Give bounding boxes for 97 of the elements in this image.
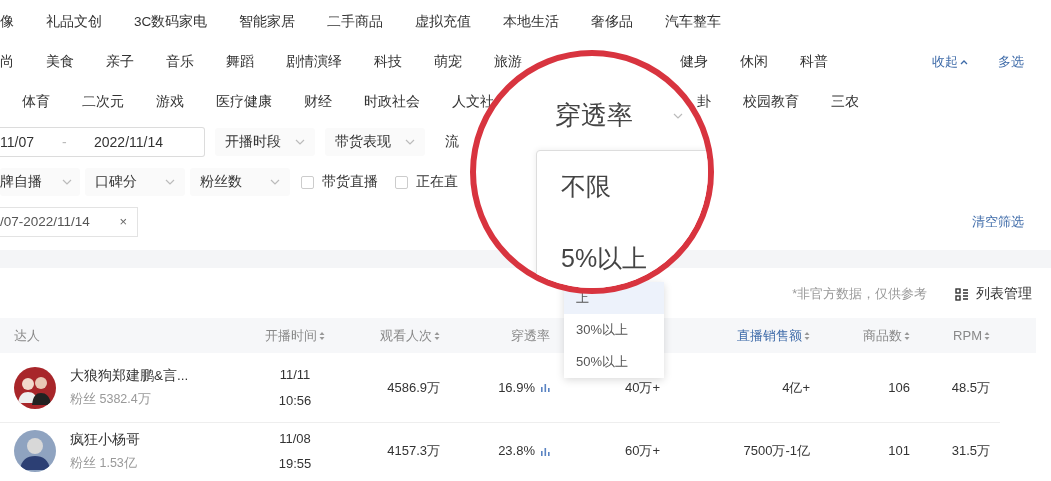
table-cell-text: 16.9% bbox=[498, 378, 535, 397]
category-item[interactable]: 时政社会 bbox=[364, 91, 420, 113]
checkbox[interactable] bbox=[395, 175, 408, 189]
sort-icon[interactable] bbox=[984, 330, 990, 341]
category-item[interactable]: 剧情演绎 bbox=[286, 51, 342, 73]
column-header[interactable]: 观看人次 bbox=[340, 325, 450, 346]
tag-close-button[interactable]: × bbox=[119, 212, 127, 232]
category-item[interactable]: 奢侈品 bbox=[591, 11, 634, 33]
category-item[interactable]: 舞蹈 bbox=[226, 51, 254, 73]
column-header: 穿透率 bbox=[510, 326, 551, 345]
dropdown-option[interactable]: 30%以上 bbox=[564, 314, 664, 346]
magnified-label: 穿透率 bbox=[555, 99, 633, 132]
category-item[interactable]: 健身 bbox=[680, 51, 708, 73]
filter-label: 流 bbox=[444, 132, 459, 151]
chevron-icon bbox=[405, 139, 415, 145]
magnified-option: 不限 bbox=[561, 169, 708, 203]
category-item[interactable]: 本地生活 bbox=[503, 11, 560, 33]
sort-icon[interactable] bbox=[434, 330, 440, 341]
table-cell-text: 106 bbox=[887, 378, 911, 397]
disclaimer-text: *非官方数据，仅供参考 bbox=[792, 285, 927, 303]
column-header: 达人 bbox=[13, 326, 41, 345]
category-item[interactable]: 二手商品 bbox=[327, 11, 384, 33]
column-header[interactable]: 商品数 bbox=[820, 325, 920, 346]
start-date: 11/11 bbox=[279, 366, 311, 384]
category-item[interactable]: 医疗健康 bbox=[216, 91, 272, 113]
table-cell-text: 40万+ bbox=[623, 378, 661, 397]
table-cell-text: 4157.3万 bbox=[386, 442, 441, 461]
date-range-field[interactable]: 11/07 - 2022/11/14 bbox=[0, 127, 205, 157]
table-cell-text: 23.8% bbox=[498, 442, 535, 461]
category-item[interactable]: 科普 bbox=[800, 51, 828, 73]
category-item[interactable]: 财经 bbox=[304, 91, 332, 113]
filter-select[interactable]: 口碑分 bbox=[85, 168, 185, 196]
category-item[interactable]: 音乐 bbox=[166, 51, 194, 73]
category-item[interactable]: 像 bbox=[0, 11, 14, 33]
list-settings-icon bbox=[955, 287, 968, 301]
category-item[interactable]: 休闲 bbox=[740, 51, 768, 73]
chevron-icon bbox=[270, 179, 280, 185]
start-date: 11/08 bbox=[279, 429, 311, 448]
category-item[interactable]: 智能家居 bbox=[239, 11, 296, 33]
caret-up-icon bbox=[960, 59, 968, 65]
table-cell-text: 48.5万 bbox=[950, 378, 991, 397]
filter-select[interactable]: 带货表现 bbox=[325, 128, 425, 156]
category-item[interactable]: 旅游 bbox=[494, 51, 522, 73]
bar-chart-icon[interactable] bbox=[541, 446, 550, 456]
category-item[interactable]: 萌宠 bbox=[434, 51, 462, 73]
sort-icon[interactable] bbox=[319, 330, 325, 341]
sort-icon[interactable] bbox=[904, 330, 910, 341]
category-item[interactable]: 人文社 bbox=[452, 91, 494, 113]
chevron-icon bbox=[673, 112, 683, 119]
avatar bbox=[14, 430, 56, 472]
sort-icon[interactable] bbox=[804, 330, 810, 341]
category-item[interactable]: 美食 bbox=[46, 51, 74, 73]
table-cell-text: 7500万-1亿 bbox=[742, 442, 811, 461]
filter-select[interactable]: 开播时段 bbox=[215, 128, 315, 156]
creator-name[interactable]: 疯狂小杨哥 bbox=[70, 429, 140, 450]
creator-name[interactable]: 大狼狗郑建鹏&言... bbox=[70, 366, 189, 387]
chevron-icon bbox=[62, 179, 72, 185]
category-item[interactable]: 汽车整车 bbox=[665, 11, 722, 33]
category-item[interactable]: 游戏 bbox=[156, 91, 184, 113]
category-item[interactable]: 礼品文创 bbox=[46, 11, 102, 33]
table-cell-text: 101 bbox=[887, 442, 911, 461]
table-cell-text: 60万+ bbox=[623, 442, 661, 461]
category-item[interactable]: 虚拟充值 bbox=[415, 11, 472, 33]
filter-select[interactable]: 牌自播 bbox=[0, 168, 80, 196]
category-item[interactable]: 亲子 bbox=[106, 51, 134, 73]
chevron-icon bbox=[295, 139, 305, 145]
category-item[interactable]: 尚 bbox=[0, 51, 14, 73]
chevron-icon bbox=[165, 179, 175, 185]
filter-tag: /07-2022/11/14 × bbox=[0, 207, 138, 237]
magnified-option: 5%以上 bbox=[561, 241, 708, 275]
dropdown-option[interactable]: 50%以上 bbox=[564, 346, 664, 378]
checkbox-label: 正在直 bbox=[416, 172, 458, 191]
category-item[interactable]: 3C数码家电 bbox=[134, 11, 208, 33]
table-cell-text: 4亿+ bbox=[781, 378, 811, 397]
column-header[interactable]: 直播销售额 bbox=[670, 325, 820, 346]
category-item[interactable]: 科技 bbox=[374, 51, 402, 73]
start-time: 19:55 bbox=[278, 455, 312, 473]
bar-chart-icon[interactable] bbox=[541, 383, 550, 392]
column-header[interactable]: 开播时间 bbox=[250, 325, 340, 346]
category-item[interactable]: 二次元 bbox=[82, 91, 124, 113]
checkbox[interactable] bbox=[301, 175, 314, 189]
fan-count: 粉丝 5382.4万 bbox=[70, 391, 152, 409]
table-cell-text: 31.5万 bbox=[950, 442, 991, 461]
list-manage-button[interactable]: 列表管理 bbox=[955, 283, 1032, 305]
checkbox-label: 带货直播 bbox=[322, 172, 378, 191]
category-item[interactable]: 体育 bbox=[22, 91, 50, 113]
fan-count: 粉丝 1.53亿 bbox=[70, 454, 138, 472]
multi-select-link[interactable]: 多选 bbox=[998, 52, 1024, 72]
filter-select[interactable]: 粉丝数 bbox=[190, 168, 290, 196]
avatar bbox=[14, 366, 56, 409]
table-cell-text: 4586.9万 bbox=[386, 378, 441, 397]
start-time: 10:56 bbox=[278, 391, 312, 410]
clear-filters-link[interactable]: 清空筛选 bbox=[972, 212, 1024, 232]
category-item[interactable]: 卦 bbox=[697, 91, 711, 113]
category-item[interactable]: 三农 bbox=[831, 91, 859, 113]
category-item[interactable]: 校园教育 bbox=[743, 91, 799, 113]
collapse-link[interactable]: 收起 bbox=[932, 52, 968, 72]
